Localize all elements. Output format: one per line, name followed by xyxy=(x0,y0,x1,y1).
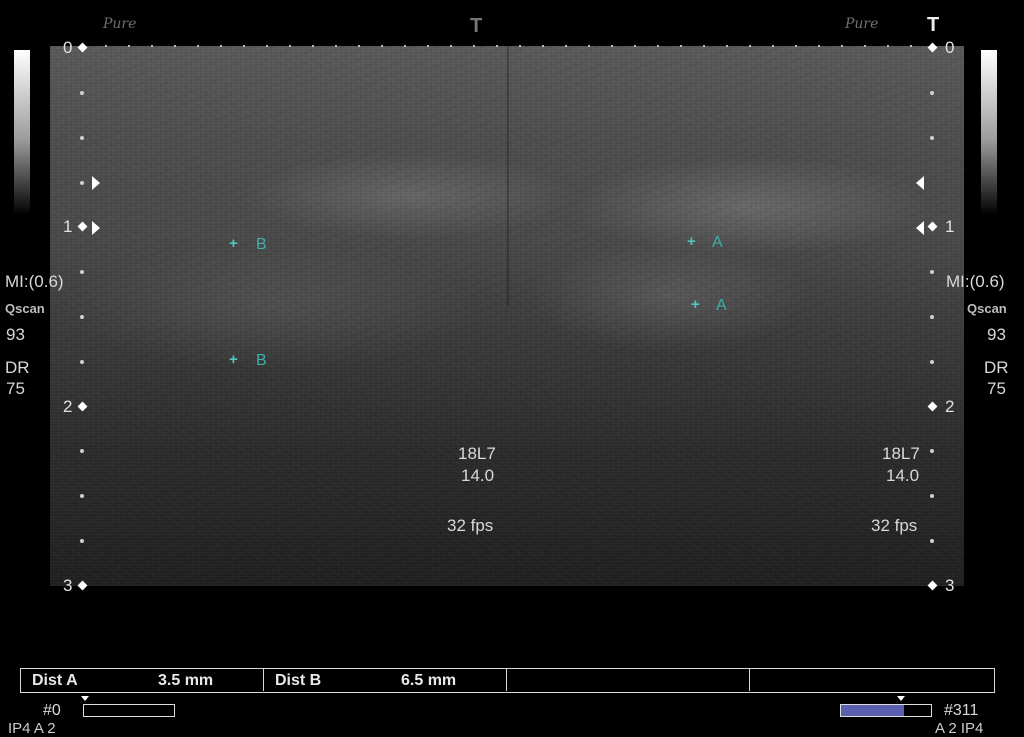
frame-rate-right: 32 fps xyxy=(871,516,918,535)
depth-label-0-right: 0 xyxy=(945,38,955,57)
probe-name-right: 18L7 xyxy=(882,444,920,463)
measurement-dist-b: Dist B 6.5 mm xyxy=(264,669,507,691)
top-lateral-scale xyxy=(82,45,932,47)
depth-tick xyxy=(80,539,84,543)
logo-left-text: Pure xyxy=(103,16,137,32)
focus-marker-right xyxy=(916,176,924,190)
measurement-a-label: Dist A xyxy=(32,672,78,689)
depth-tick xyxy=(80,270,84,274)
depth-tick xyxy=(930,91,934,95)
probe-frequency-right: 14.0 xyxy=(886,466,920,485)
caliper-a-top-label: A xyxy=(712,234,723,251)
depth-label-1-left: 1 xyxy=(63,217,73,236)
depth-tick xyxy=(80,449,84,453)
cine-frame-left: #0 xyxy=(43,702,61,719)
qscan-value-right: 93 xyxy=(987,325,1006,344)
depth-label-2-right: 2 xyxy=(945,397,955,416)
measurement-slot-empty xyxy=(507,669,750,691)
orientation-mark-left: T xyxy=(470,15,483,37)
probe-frequency-left: 14.0 xyxy=(461,466,495,485)
measurement-a-value: 3.5 mm xyxy=(158,672,214,689)
cine-bar-fill xyxy=(841,705,904,716)
cine-bar-left[interactable] xyxy=(83,704,175,717)
depth-tick xyxy=(80,494,84,498)
depth-tick xyxy=(80,91,84,95)
focus-marker-left xyxy=(92,221,100,235)
depth-tick xyxy=(930,315,934,319)
depth-tick xyxy=(930,136,934,140)
depth-tick xyxy=(80,315,84,319)
caliper-b-bottom-icon[interactable]: + xyxy=(229,351,238,368)
depth-tick xyxy=(80,136,84,140)
measurement-dist-a: Dist A 3.5 mm xyxy=(21,669,264,691)
logo-right-text: Pure xyxy=(845,16,879,32)
grayscale-bar-right xyxy=(981,50,997,215)
qscan-label-left: Qscan xyxy=(5,301,45,316)
depth-label-1-right: 1 xyxy=(945,217,955,236)
cine-frame-right: #311 xyxy=(944,702,979,719)
depth-label-3-left: 3 xyxy=(63,576,73,595)
logo-left: Pure xyxy=(103,16,136,32)
dr-label-left: DR xyxy=(5,358,30,377)
depth-label-0-left: 0 xyxy=(63,38,73,57)
caliper-a-top-icon[interactable]: + xyxy=(687,233,696,250)
depth-tick xyxy=(80,181,84,185)
qscan-value-left: 93 xyxy=(6,325,25,344)
cine-marker-left xyxy=(81,696,89,701)
frame-rate-left: 32 fps xyxy=(447,516,494,535)
mi-value-right: MI:(0.6) xyxy=(946,272,1005,291)
measurement-b-value: 6.5 mm xyxy=(401,672,457,689)
focus-marker-left xyxy=(92,176,100,190)
mi-value-left: MI:(0.6) xyxy=(5,272,64,291)
dr-label-right: DR xyxy=(984,358,1009,377)
caliper-b-bottom-label: B xyxy=(256,352,267,369)
measurement-b-label: Dist B xyxy=(275,672,322,689)
dr-value-left: 75 xyxy=(6,379,25,398)
bottom-label-left: IP4 A 2 xyxy=(8,720,56,737)
measurement-slot-empty xyxy=(750,669,993,691)
caliper-b-top-label: B xyxy=(256,236,267,253)
cine-marker-right xyxy=(897,696,905,701)
depth-tick xyxy=(80,360,84,364)
measurement-results-bar: Dist A 3.5 mm Dist B 6.5 mm xyxy=(20,668,995,693)
caliper-a-bottom-label: A xyxy=(716,297,727,314)
orientation-mark-right: T xyxy=(927,14,940,36)
dr-value-right: 75 xyxy=(987,379,1006,398)
grayscale-bar-left xyxy=(14,50,30,215)
depth-tick xyxy=(930,449,934,453)
depth-tick xyxy=(930,539,934,543)
logo-right: Pure xyxy=(845,16,878,32)
depth-label-2-left: 2 xyxy=(63,397,73,416)
qscan-label-right: Qscan xyxy=(967,301,1007,316)
probe-name-left: 18L7 xyxy=(458,444,496,463)
dual-view-seam xyxy=(507,46,509,306)
depth-tick xyxy=(930,494,934,498)
depth-tick xyxy=(930,270,934,274)
cine-bar-right[interactable] xyxy=(840,704,932,717)
depth-label-3-right: 3 xyxy=(945,576,955,595)
ultrasound-image xyxy=(50,46,964,586)
caliper-b-top-icon[interactable]: + xyxy=(229,235,238,252)
depth-tick xyxy=(930,360,934,364)
focus-marker-right xyxy=(916,221,924,235)
caliper-a-bottom-icon[interactable]: + xyxy=(691,296,700,313)
bottom-label-right: A 2 IP4 xyxy=(935,720,984,737)
